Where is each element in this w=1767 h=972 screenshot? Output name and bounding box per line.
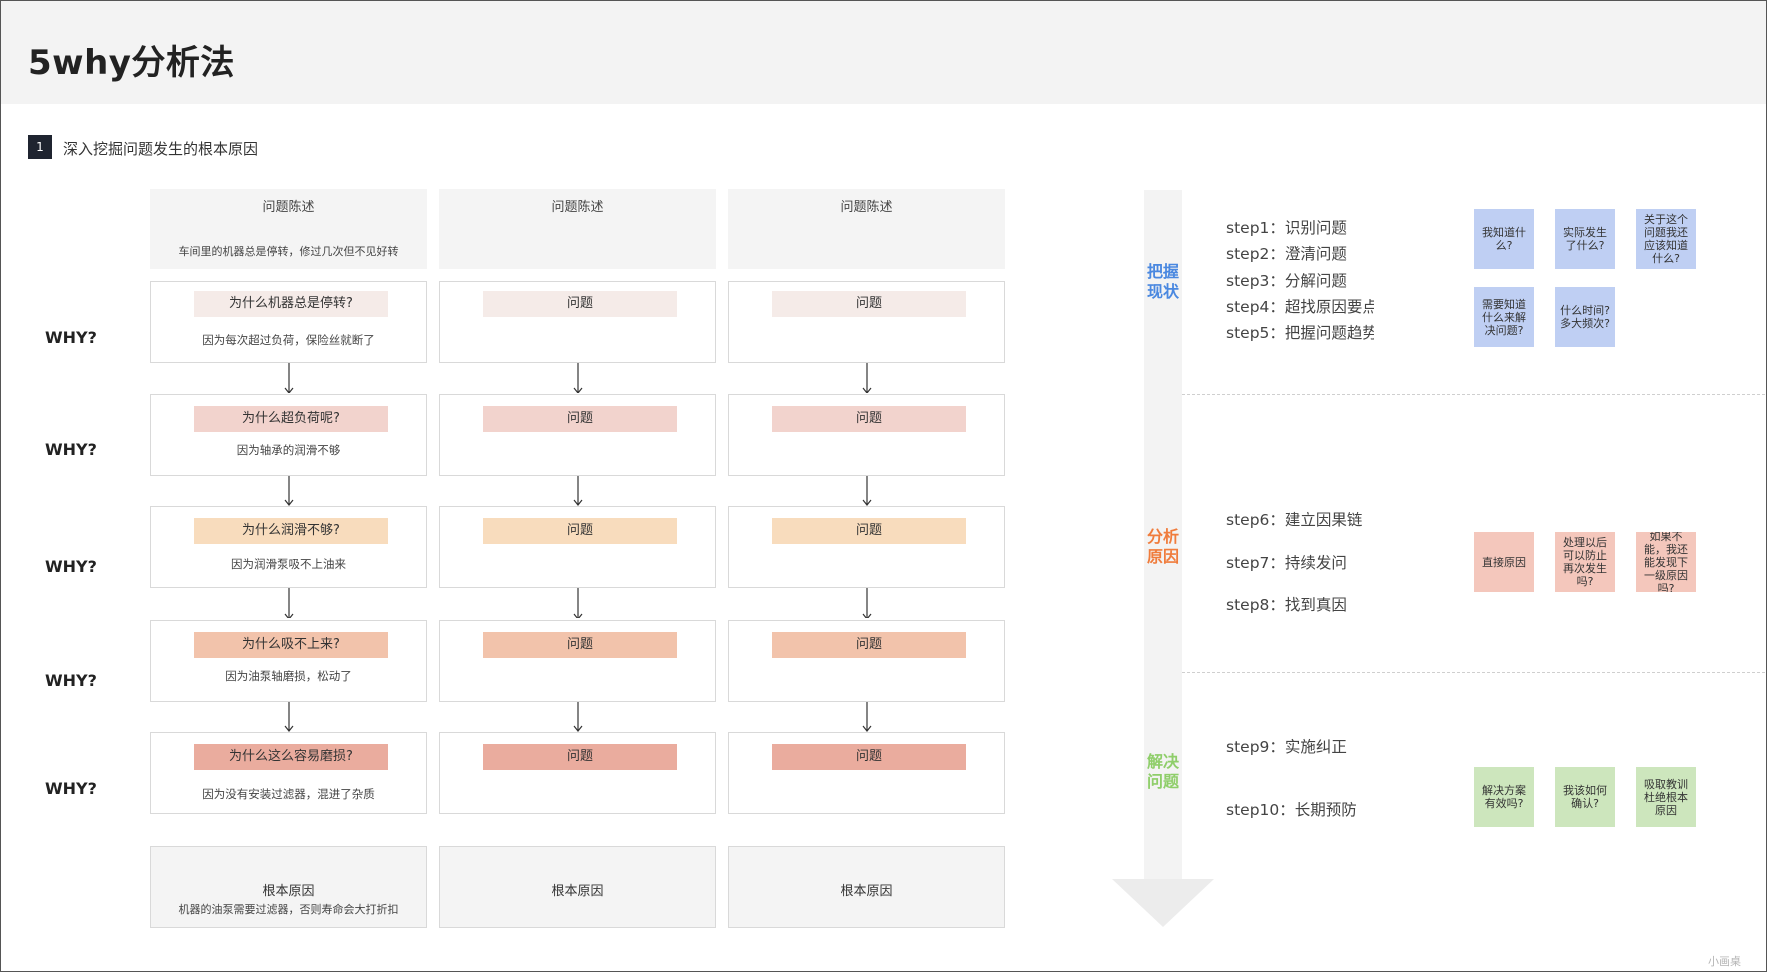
why-question: 为什么润滑不够? <box>194 518 388 544</box>
step-item: step9：实施纠正 <box>1226 738 1347 756</box>
why-question: 为什么吸不上来? <box>194 632 388 658</box>
problem-statement-header: 问题陈述 <box>840 200 893 215</box>
step-item: step7：持续发问 <box>1226 554 1347 572</box>
root-cause-label: 根本原因 <box>840 884 893 899</box>
process-flow-arrow-head <box>1112 879 1214 927</box>
sticky-note: 解决方案有效吗? <box>1474 767 1534 827</box>
why-question: 问题 <box>772 518 966 544</box>
page-title: 5why分析法 <box>28 43 235 83</box>
problem-statement-box: 问题陈述 <box>728 189 1005 269</box>
section-title: 深入挖掘问题发生的根本原因 <box>63 140 259 158</box>
step-item: step3：分解问题 <box>1226 272 1347 290</box>
why-step-box: 问题 <box>439 620 716 702</box>
why-question: 问题 <box>483 632 677 658</box>
sticky-note: 如果不能，我还能发现下一级原因吗? <box>1636 532 1696 592</box>
why-step-box: 问题 <box>439 732 716 814</box>
down-arrow-icon <box>573 588 582 618</box>
section-number-badge: 1 <box>28 135 52 159</box>
title-bar: 5why分析法 <box>1 1 1766 104</box>
why-step-box: 为什么这么容易磨损? 因为没有安装过滤器，混进了杂质 <box>150 732 427 814</box>
why-answer: 因为每次超过负荷，保险丝就断了 <box>202 333 375 347</box>
down-arrow-icon <box>862 363 871 393</box>
why-question: 为什么机器总是停转? <box>194 291 388 317</box>
phase-label: 把握现状 <box>1146 262 1179 301</box>
why-question: 问题 <box>772 632 966 658</box>
sticky-note: 处理以后可以防止再次发生吗? <box>1555 532 1615 592</box>
root-cause-box: 根本原因 <box>728 846 1005 928</box>
step-item: step1：识别问题 <box>1226 219 1347 237</box>
why-question: 问题 <box>483 744 677 770</box>
why-question: 为什么这么容易磨损? <box>194 744 388 770</box>
problem-statement-text: 车间里的机器总是停转，修过几次但不见好转 <box>178 245 399 258</box>
why-question: 问题 <box>772 406 966 432</box>
down-arrow-icon <box>573 476 582 506</box>
sticky-note: 关于这个问题我还应该知道什么? <box>1636 209 1696 269</box>
phase-divider <box>1182 394 1765 395</box>
why-step-box: 为什么机器总是停转? 因为每次超过负荷，保险丝就断了 <box>150 281 427 363</box>
root-cause-label: 根本原因 <box>551 884 604 899</box>
why-question: 为什么超负荷呢? <box>194 406 388 432</box>
why-label: WHY? <box>45 557 97 576</box>
why-label: WHY? <box>45 328 97 347</box>
problem-statement-box: 问题陈述车间里的机器总是停转，修过几次但不见好转 <box>150 189 427 269</box>
sticky-note: 直接原因 <box>1474 532 1534 592</box>
watermark: 小画桌 <box>1708 955 1741 968</box>
why-answer: 因为润滑泵吸不上油来 <box>231 557 346 571</box>
problem-statement-header: 问题陈述 <box>262 200 315 215</box>
sticky-note: 实际发生了什么? <box>1555 209 1615 269</box>
down-arrow-icon <box>573 702 582 732</box>
why-step-box: 问题 <box>439 394 716 476</box>
sticky-note: 吸取教训杜绝根本原因 <box>1636 767 1696 827</box>
phase-label: 解决问题 <box>1146 752 1179 791</box>
why-label: WHY? <box>45 779 97 798</box>
why-question: 问题 <box>772 744 966 770</box>
down-arrow-icon <box>573 363 582 393</box>
root-cause-box: 根本原因机器的油泵需要过滤器，否则寿命会大打折扣 <box>150 846 427 928</box>
why-answer: 因为油泵轴磨损，松动了 <box>225 669 352 683</box>
down-arrow-icon <box>862 702 871 732</box>
down-arrow-icon <box>284 588 293 618</box>
down-arrow-icon <box>862 588 871 618</box>
why-label: WHY? <box>45 440 97 459</box>
why-question: 问题 <box>483 291 677 317</box>
why-step-box: 为什么吸不上来? 因为油泵轴磨损，松动了 <box>150 620 427 702</box>
why-question: 问题 <box>772 291 966 317</box>
down-arrow-icon <box>284 702 293 732</box>
why-answer: 因为轴承的润滑不够 <box>236 443 341 457</box>
sticky-note: 需要知道什么来解决问题? <box>1474 287 1534 347</box>
root-cause-box: 根本原因 <box>439 846 716 928</box>
sticky-note: 我该如何确认? <box>1555 767 1615 827</box>
step-item: step5：把握问题趋势 <box>1226 324 1374 342</box>
step-item: step6：建立因果链 <box>1226 511 1363 529</box>
why-step-box: 问题 <box>728 506 1005 588</box>
sticky-note: 我知道什么? <box>1474 209 1534 269</box>
phase-divider <box>1182 672 1765 673</box>
down-arrow-icon <box>862 476 871 506</box>
step-item: step8：找到真因 <box>1226 596 1347 614</box>
step-item: step2：澄清问题 <box>1226 245 1347 263</box>
why-step-box: 问题 <box>439 281 716 363</box>
down-arrow-icon <box>284 476 293 506</box>
why-question: 问题 <box>483 518 677 544</box>
problem-statement-header: 问题陈述 <box>551 200 604 215</box>
why-step-box: 为什么超负荷呢? 因为轴承的润滑不够 <box>150 394 427 476</box>
why-label: WHY? <box>45 671 97 690</box>
why-step-box: 问题 <box>728 732 1005 814</box>
why-answer: 因为没有安装过滤器，混进了杂质 <box>202 787 375 801</box>
why-step-box: 问题 <box>728 394 1005 476</box>
down-arrow-icon <box>284 363 293 393</box>
root-cause-text: 机器的油泵需要过滤器，否则寿命会大打折扣 <box>178 903 399 916</box>
step-item: step4：超找原因要点 <box>1226 298 1374 316</box>
problem-statement-box: 问题陈述 <box>439 189 716 269</box>
why-step-box: 问题 <box>439 506 716 588</box>
root-cause-label: 根本原因 <box>262 884 315 899</box>
why-step-box: 问题 <box>728 620 1005 702</box>
phase-label: 分析原因 <box>1146 527 1179 566</box>
why-step-box: 问题 <box>728 281 1005 363</box>
why-step-box: 为什么润滑不够? 因为润滑泵吸不上油来 <box>150 506 427 588</box>
why-question: 问题 <box>483 406 677 432</box>
step-item: step10：长期预防 <box>1226 801 1357 819</box>
sticky-note: 什么时间? 多大频次? <box>1555 287 1615 347</box>
